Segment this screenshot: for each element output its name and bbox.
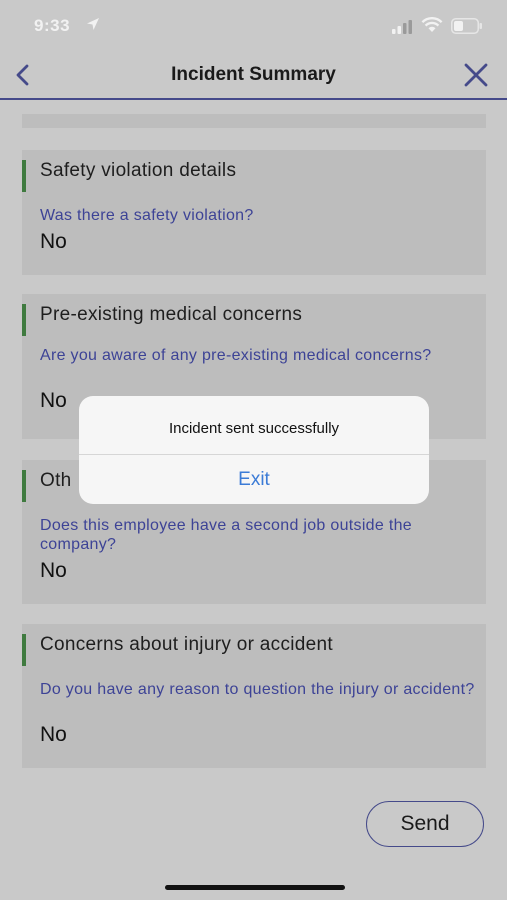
location-arrow-icon: [87, 18, 99, 30]
card-answer: No: [40, 389, 67, 412]
card-title: Concerns about injury or accident: [40, 634, 333, 655]
exit-button[interactable]: Exit: [79, 455, 429, 504]
card-accent-bar: [22, 470, 26, 502]
card-title: Oth: [40, 470, 72, 491]
card-question: Does this employee have a second job out…: [40, 517, 412, 553]
close-icon: [464, 63, 488, 87]
battery-icon: [451, 18, 482, 34]
send-button[interactable]: Send: [366, 801, 484, 847]
success-alert: Incident sent successfully Exit: [79, 396, 429, 504]
cellular-signal-icon: [392, 20, 412, 34]
alert-message: Incident sent successfully: [168, 420, 340, 437]
card-answer: No: [40, 230, 67, 253]
card-accent-bar: [22, 304, 26, 336]
wifi-icon: [421, 17, 443, 32]
card-answer: No: [40, 723, 67, 746]
card-injury-concerns: Concerns about injury or accident Do you…: [22, 624, 486, 768]
card-accent-bar: [22, 160, 26, 192]
status-time: 9:33: [34, 16, 71, 35]
card-accent-bar: [22, 634, 26, 666]
card-answer: No: [40, 559, 67, 582]
navigation-bar: Incident Summary: [0, 52, 507, 100]
card-safety-violation: Safety violation details Was there a saf…: [22, 150, 486, 275]
card-question: Are you aware of any pre-existing medica…: [40, 347, 432, 364]
close-button[interactable]: [460, 60, 492, 90]
status-bar: 9:33: [0, 0, 507, 52]
card-title: Pre-existing medical concerns: [40, 304, 303, 325]
home-indicator: [165, 885, 345, 890]
card-question: Do you have any reason to question the i…: [40, 681, 475, 698]
card-question: Was there a safety violation?: [40, 207, 254, 224]
card-title: Safety violation details: [40, 160, 237, 181]
page-title: Incident Summary: [171, 64, 336, 85]
previous-card-edge: [22, 114, 486, 128]
